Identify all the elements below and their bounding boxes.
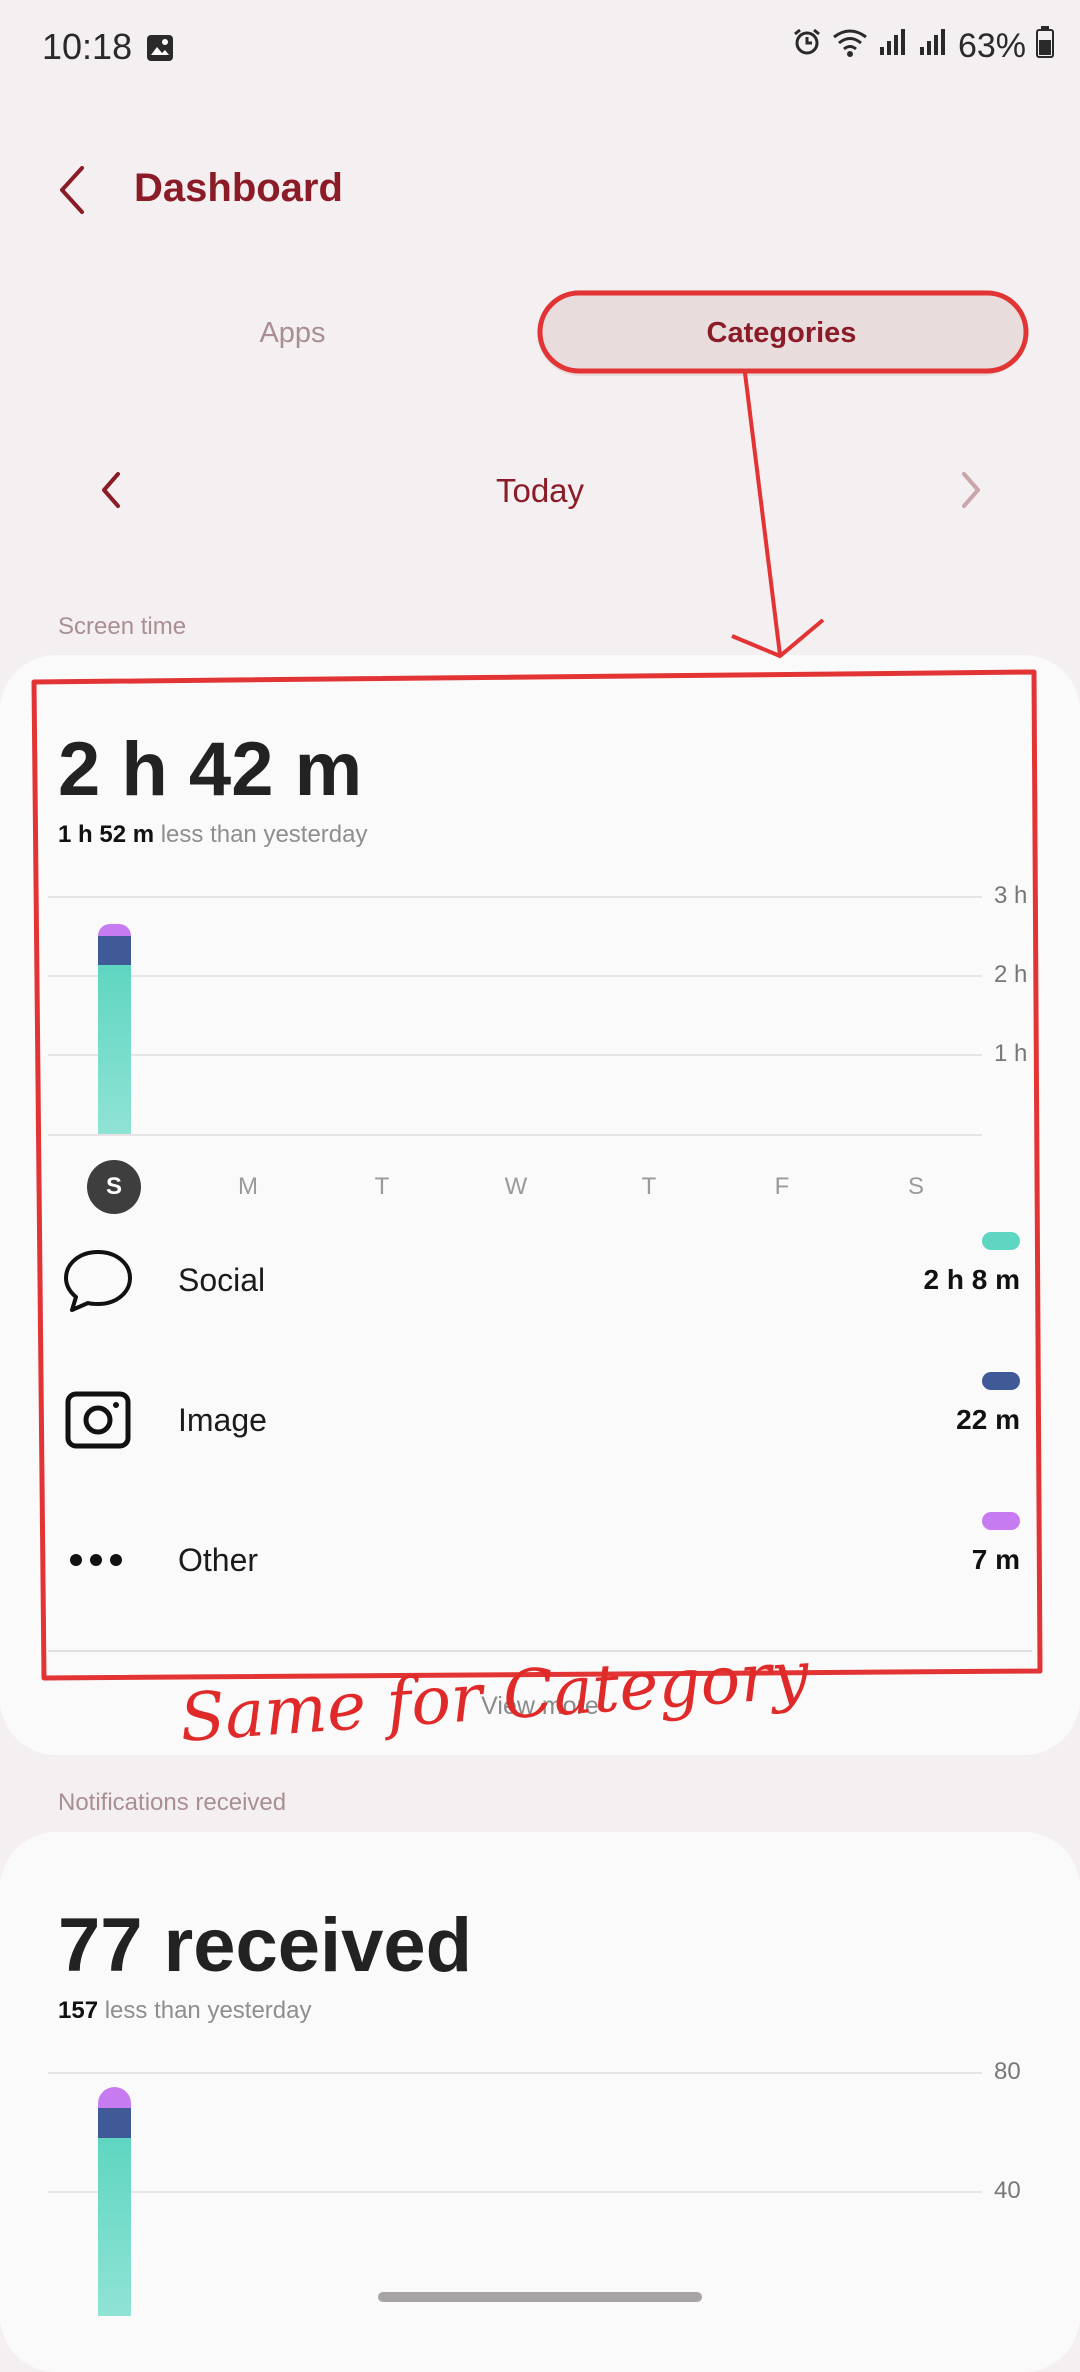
bar-segment-social xyxy=(98,964,131,1134)
notifications-total: 77 received xyxy=(58,1903,473,1988)
annotation-arrow xyxy=(743,372,782,656)
gallery-notification-icon xyxy=(146,34,174,62)
category-value: 22 m xyxy=(956,1404,1020,1435)
chart-baseline xyxy=(48,1134,982,1136)
y-tick-label: 3 h xyxy=(994,882,1028,909)
day-label-sunday[interactable]: S xyxy=(87,1160,141,1214)
segmented-tabs: Apps Categories xyxy=(48,290,1026,376)
page-title: Dashboard xyxy=(134,166,343,210)
category-name: Social xyxy=(178,1262,266,1298)
annotation-arrowhead xyxy=(731,618,825,659)
y-tick-label: 80 xyxy=(994,2058,1021,2085)
category-value: 2 h 8 m xyxy=(923,1264,1020,1295)
category-value: 7 m xyxy=(971,1544,1020,1575)
day-label-tuesday[interactable]: T xyxy=(355,1160,409,1214)
category-row-image[interactable]: Image 22 m xyxy=(0,1372,1080,1500)
tab-categories[interactable]: Categories xyxy=(537,290,1026,376)
chevron-left-icon xyxy=(60,166,84,214)
more-dots-icon xyxy=(58,1520,138,1600)
y-tick-label: 40 xyxy=(994,2177,1021,2204)
chevron-right-icon xyxy=(962,472,980,508)
status-icons: 63% xyxy=(792,26,1054,67)
view-more-button[interactable]: View more xyxy=(0,1692,1080,1721)
bar-segment-other xyxy=(98,923,131,936)
category-row-other[interactable]: Other 7 m xyxy=(0,1512,1080,1640)
gridline xyxy=(48,2072,982,2074)
battery-icon xyxy=(1036,26,1054,67)
y-tick-label: 2 h xyxy=(994,961,1028,988)
gridline xyxy=(48,896,982,898)
gridline xyxy=(48,975,982,977)
signal-icon-2 xyxy=(918,27,948,66)
category-name: Image xyxy=(178,1402,267,1438)
y-tick-label: 1 h xyxy=(994,1040,1028,1067)
image-icon xyxy=(58,1380,138,1460)
section-label-screen-time: Screen time xyxy=(58,613,187,640)
compare-value: 157 xyxy=(58,1997,99,2024)
screen-time-total: 2 h 42 m xyxy=(58,727,363,812)
alarm-icon xyxy=(792,27,822,66)
bar-segment-image xyxy=(98,2107,131,2138)
back-button[interactable] xyxy=(48,160,100,220)
category-row-social[interactable]: Social 2 h 8 m xyxy=(0,1232,1080,1360)
status-time: 10:18 xyxy=(42,26,133,67)
next-day-button[interactable] xyxy=(950,468,990,512)
date-label: Today xyxy=(495,472,585,509)
divider xyxy=(48,1650,1032,1652)
battery-percent: 63% xyxy=(957,27,1026,65)
legend-swatch xyxy=(982,1512,1020,1530)
legend-swatch xyxy=(982,1232,1020,1250)
legend-swatch xyxy=(982,1372,1020,1390)
chat-bubble-icon xyxy=(58,1240,138,1320)
tab-apps[interactable]: Apps xyxy=(48,290,537,376)
compare-value: 1 h 52 m xyxy=(58,821,155,848)
section-label-notifications: Notifications received xyxy=(58,1789,287,1816)
day-label-thursday[interactable]: T xyxy=(622,1160,676,1214)
signal-icon xyxy=(878,27,908,66)
wifi-icon xyxy=(832,27,868,66)
bar-segment-image xyxy=(98,935,131,965)
day-label-wednesday[interactable]: W xyxy=(489,1160,543,1214)
compare-text: less than yesterday xyxy=(98,1997,312,2024)
day-label-monday[interactable]: M xyxy=(221,1160,275,1214)
screen-time-compare: 1 h 52 m less than yesterday xyxy=(58,821,368,849)
notifications-compare: 157 less than yesterday xyxy=(58,1997,312,2025)
category-name: Other xyxy=(178,1542,259,1578)
compare-text: less than yesterday xyxy=(154,821,368,848)
home-indicator[interactable] xyxy=(378,2292,702,2302)
day-label-friday[interactable]: F xyxy=(755,1160,809,1214)
gridline xyxy=(48,2191,982,2193)
day-label-saturday[interactable]: S xyxy=(889,1160,943,1214)
gridline xyxy=(48,1054,982,1056)
bar-segment-social xyxy=(98,2137,131,2316)
